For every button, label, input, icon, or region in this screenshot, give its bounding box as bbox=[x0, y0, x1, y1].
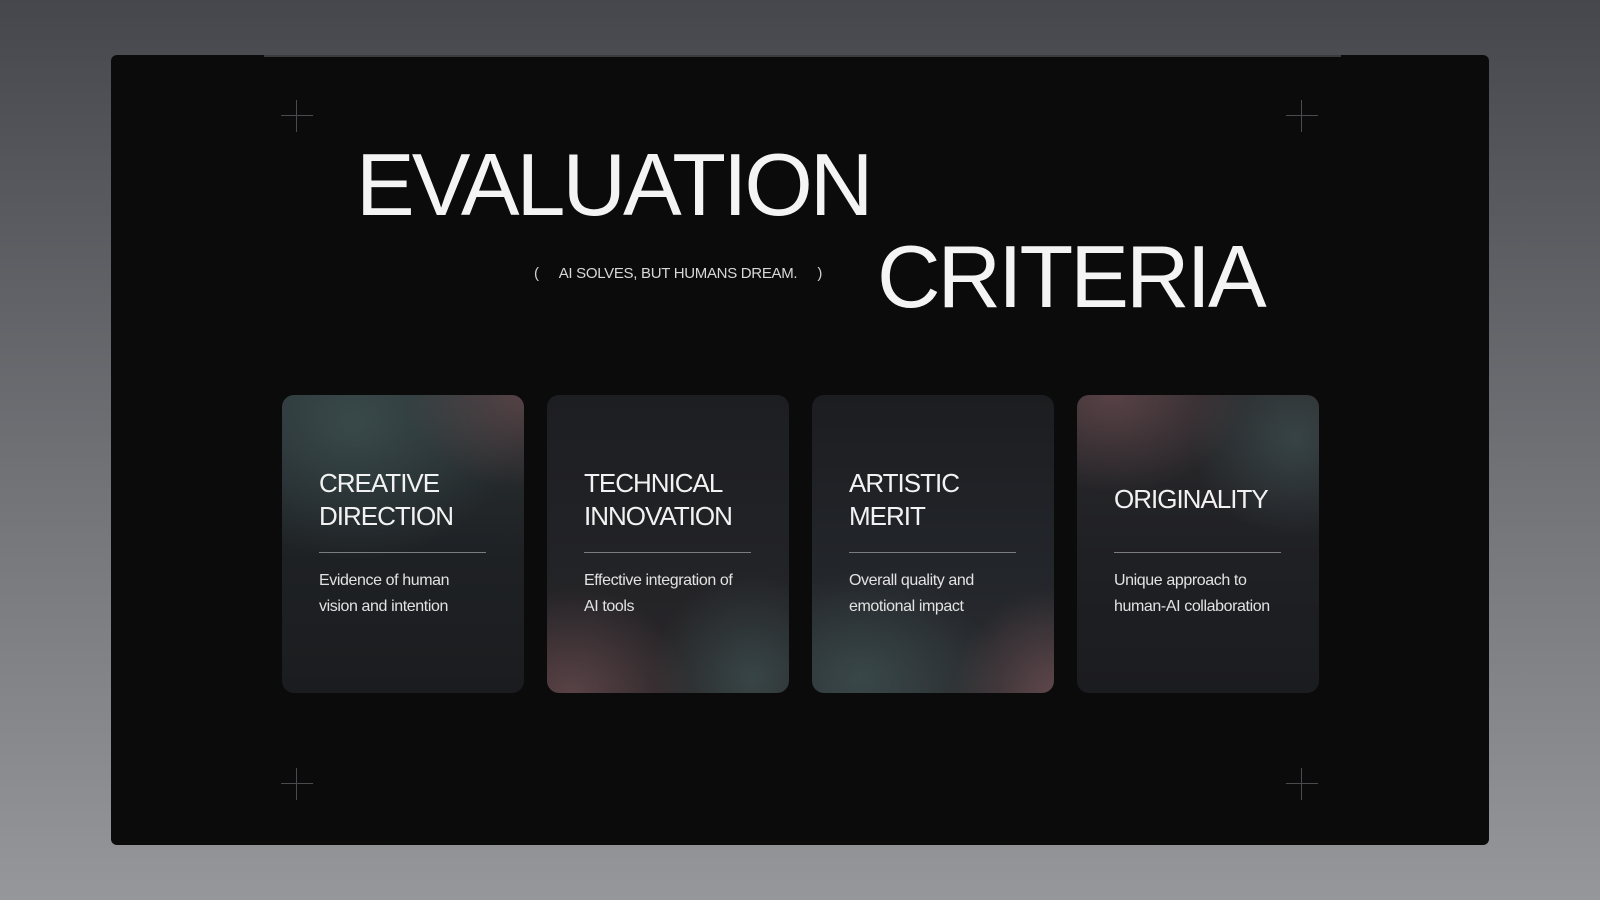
tagline-open-paren: ( bbox=[534, 265, 539, 282]
card-description: Effective integration of AI tools bbox=[584, 572, 733, 615]
slide: EVALUATION CRITERIA ( AI SOLVES, BUT HUM… bbox=[111, 55, 1489, 845]
card-divider bbox=[849, 552, 1016, 553]
crosshair-icon bbox=[281, 100, 313, 132]
tagline-text: AI SOLVES, BUT HUMANS DREAM. bbox=[558, 265, 798, 282]
page-title-line-1: EVALUATION bbox=[356, 135, 873, 234]
tagline: ( AI SOLVES, BUT HUMANS DREAM. ) bbox=[534, 265, 822, 282]
card-description: Unique approach to human-AI collaboratio… bbox=[1114, 572, 1270, 615]
card-divider bbox=[584, 552, 751, 553]
criteria-card-technical-innovation: TECHNICAL INNOVATION Effective integrati… bbox=[547, 395, 789, 693]
card-description: Evidence of human vision and intention bbox=[319, 572, 450, 615]
crosshair-icon bbox=[1286, 768, 1318, 800]
page-title-line-2: CRITERIA bbox=[877, 227, 1267, 326]
card-divider bbox=[319, 552, 486, 553]
card-divider bbox=[1114, 552, 1281, 553]
criteria-card-creative-direction: CREATIVE DIRECTION Evidence of human vis… bbox=[282, 395, 524, 693]
card-title: ARTISTIC MERIT bbox=[849, 468, 960, 531]
tagline-close-paren: ) bbox=[817, 265, 823, 282]
card-title: TECHNICAL INNOVATION bbox=[584, 468, 733, 531]
card-title: CREATIVE DIRECTION bbox=[319, 468, 454, 531]
top-divider bbox=[264, 55, 1341, 57]
crosshair-icon bbox=[281, 768, 313, 800]
criteria-card-artistic-merit: ARTISTIC MERIT Overall quality and emoti… bbox=[812, 395, 1054, 693]
card-title: ORIGINALITY bbox=[1114, 484, 1269, 514]
crosshair-icon bbox=[1286, 100, 1318, 132]
criteria-card-originality: ORIGINALITY Unique approach to human-AI … bbox=[1077, 395, 1319, 693]
card-description: Overall quality and emotional impact bbox=[849, 572, 974, 615]
